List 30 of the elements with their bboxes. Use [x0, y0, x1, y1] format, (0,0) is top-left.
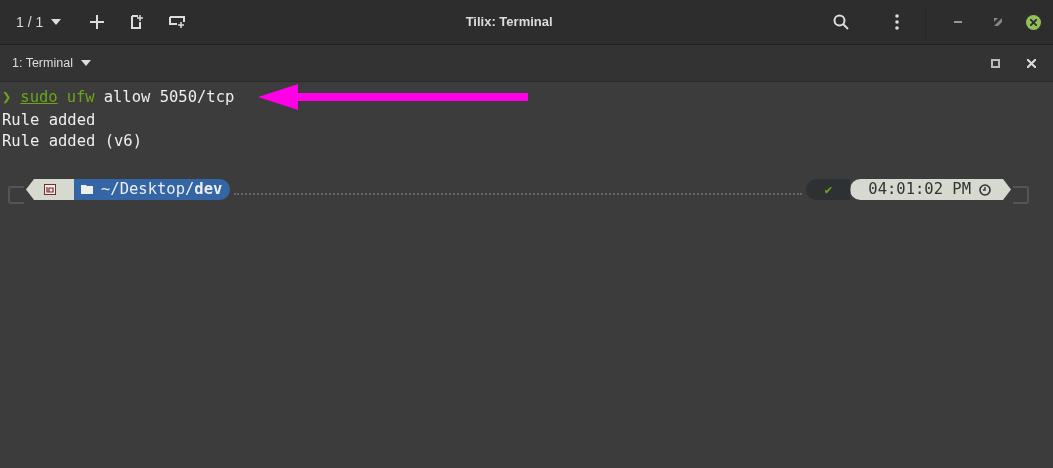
time-text: 04:01:02 PM: [868, 179, 971, 200]
prompt-bracket: [8, 186, 24, 204]
minimize-icon: [954, 21, 962, 23]
command-sudo: sudo: [20, 86, 58, 108]
page-plus-icon: [131, 15, 144, 29]
caret-icon: [80, 60, 91, 66]
session-switcher[interactable]: 1 / 1: [16, 11, 62, 33]
window-title: Tilix: Terminal: [465, 13, 553, 32]
search-icon: [833, 14, 849, 30]
menu-icon: [895, 14, 899, 30]
prompt-bracket: [1013, 186, 1029, 204]
square-icon: [990, 58, 1000, 68]
folder-icon: [81, 185, 93, 194]
prompt-symbol: ❯: [2, 86, 12, 108]
output-line: Rule added (v6): [2, 131, 143, 152]
plus-icon: [90, 15, 105, 29]
close-icon: [1030, 18, 1037, 26]
success-mark: ✔: [824, 181, 833, 199]
logo-icon: [44, 184, 56, 195]
output-line: Rule added: [2, 110, 97, 131]
caret-icon: [51, 19, 62, 25]
clock-icon: [979, 183, 991, 196]
close-icon: [1026, 58, 1036, 68]
command-program: ufw: [66, 86, 95, 108]
maximize-icon: [994, 18, 1002, 26]
close-button[interactable]: [1026, 14, 1041, 30]
terminal-tab[interactable]: 1: Terminal: [12, 53, 91, 73]
path-text: ~/Desktop/dev: [101, 179, 223, 200]
window-plus-icon: [169, 16, 186, 28]
command-args: allow 5050/tcp: [103, 86, 235, 108]
